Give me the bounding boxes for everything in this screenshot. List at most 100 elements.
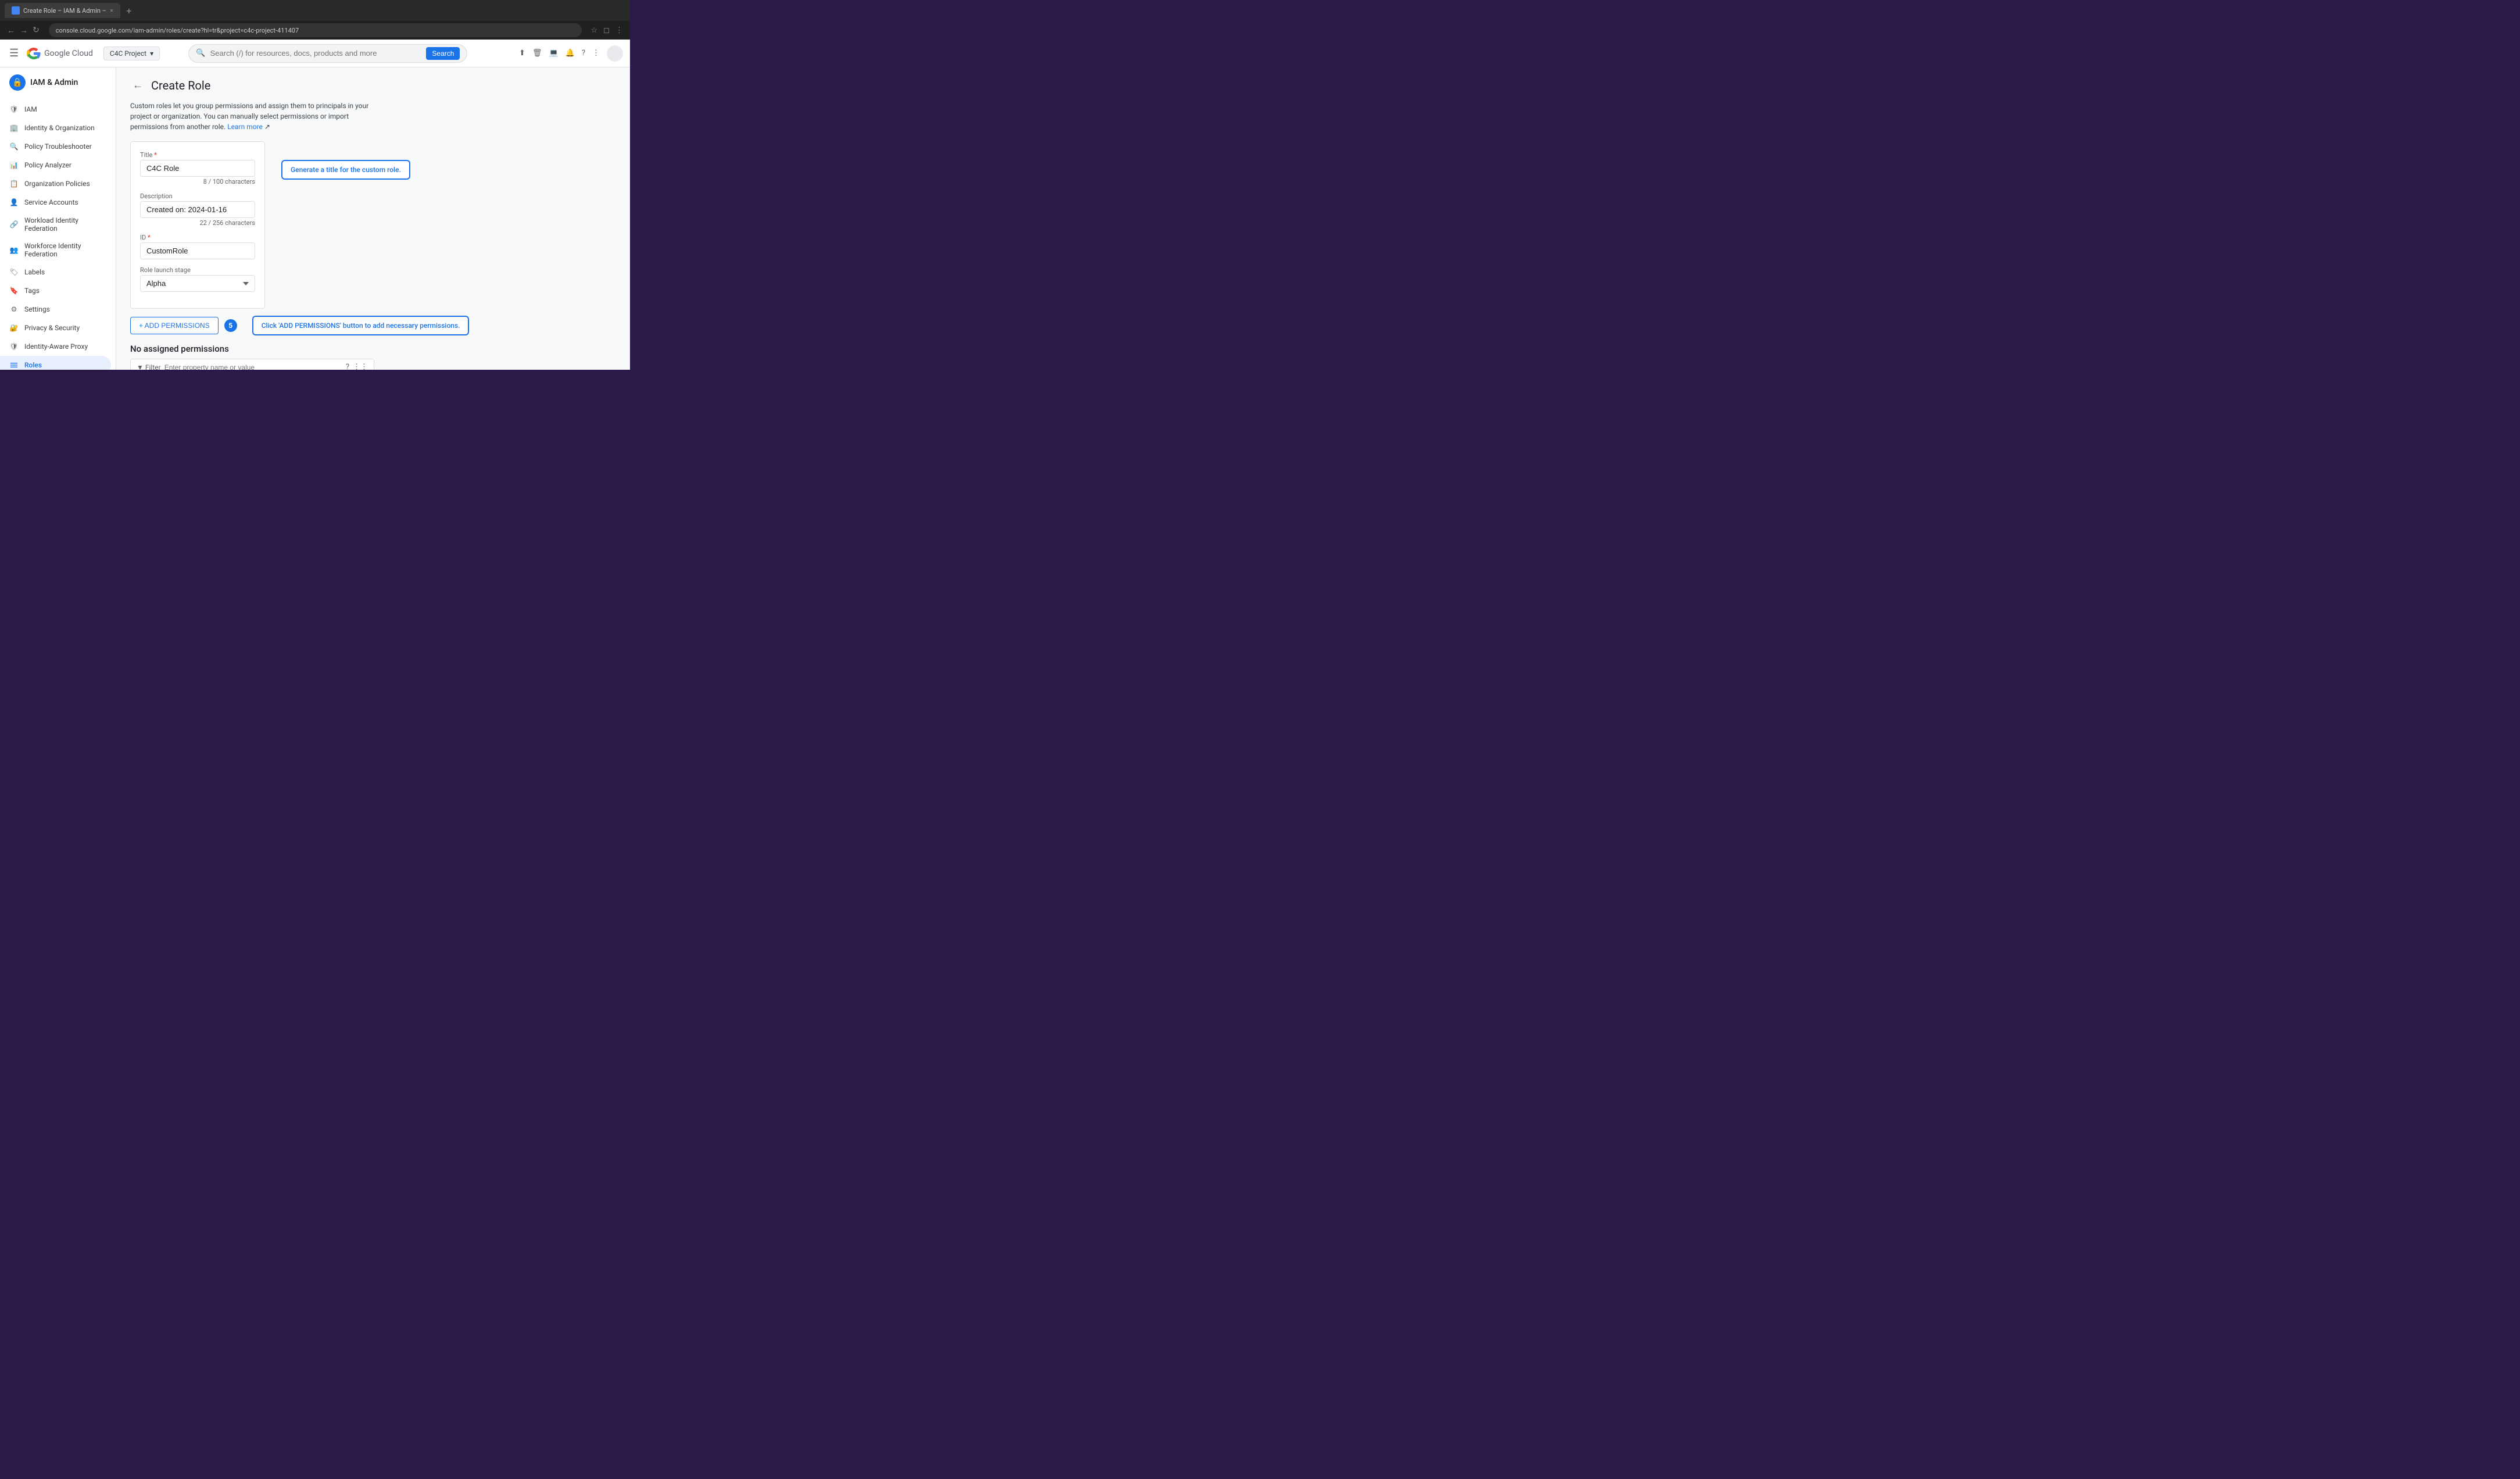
sidebar-item-policy-analyzer-label: Policy Analyzer: [24, 161, 71, 169]
header-actions: ⬆ 🗑 💻 🔔 ? ⋮: [519, 45, 623, 62]
sidebar-item-workload-identity-label: Workload Identity Federation: [24, 216, 102, 233]
url-text: console.cloud.google.com/iam-admin/roles…: [56, 27, 299, 34]
permissions-section: No assigned permissions ▼ Filter ? ⋮⋮ Pe…: [130, 344, 374, 370]
bookmark-icon[interactable]: ☆: [591, 26, 598, 35]
help-icon-perms[interactable]: ?: [346, 363, 349, 370]
hamburger-menu[interactable]: ☰: [7, 45, 21, 62]
permissions-table-container: ▼ Filter ? ⋮⋮ Permission ↑ Status: [130, 359, 374, 370]
sidebar-item-identity-aware-proxy-label: Identity-Aware Proxy: [24, 342, 88, 351]
back-button[interactable]: ←: [130, 77, 145, 94]
browser-chrome: Create Role – IAM & Admin – × +: [0, 0, 630, 21]
launch-stage-field: Role launch stage Alpha Beta General Ava…: [140, 266, 255, 292]
create-role-form: Title * 8 / 100 characters Description 2…: [130, 141, 265, 309]
tab-favicon: [12, 6, 20, 15]
avatar[interactable]: [607, 45, 623, 62]
sidebar-item-identity-aware-proxy[interactable]: 🛡 Identity-Aware Proxy: [0, 337, 111, 356]
sidebar-item-iam-label: IAM: [24, 105, 37, 113]
sidebar-nav: 🛡 IAM 🏢 Identity & Organization 🔍 Policy…: [0, 98, 116, 370]
content-area: 🔒 IAM & Admin 🛡 IAM 🏢 Identity & Organiz…: [0, 67, 630, 370]
id-field: ID *: [140, 234, 255, 259]
dots-menu-icon[interactable]: ⋮: [592, 49, 600, 58]
sidebar-item-policy-analyzer[interactable]: 📊 Policy Analyzer: [0, 156, 111, 174]
nav-back-btn[interactable]: ←: [7, 26, 15, 35]
google-cloud-text: Google Cloud: [44, 49, 93, 58]
sidebar-item-workforce-identity[interactable]: 👥 Workforce Identity Federation: [0, 237, 111, 263]
description-field: Description 22 / 256 characters: [140, 192, 255, 227]
filter-icon: ▼ Filter: [137, 363, 161, 370]
search-bar: 🔍 Search: [188, 44, 467, 63]
identity-aware-proxy-icon: 🛡: [9, 342, 19, 351]
workforce-identity-icon: 👥: [9, 245, 19, 255]
page-title: Create Role: [151, 78, 210, 92]
id-input[interactable]: [140, 242, 255, 259]
launch-stage-select[interactable]: Alpha Beta General Availability Disabled: [140, 275, 255, 292]
tags-icon: 🔖: [9, 286, 19, 295]
sidebar-title: IAM & Admin: [30, 78, 78, 87]
sidebar-item-service-accounts[interactable]: 👤 Service Accounts: [0, 193, 111, 212]
search-bar-container: 🔍 Search: [188, 44, 467, 63]
display-icon[interactable]: 💻: [549, 49, 558, 58]
sidebar-item-iam[interactable]: 🛡 IAM: [0, 100, 111, 119]
delete-icon[interactable]: 🗑: [532, 49, 542, 58]
project-selector[interactable]: C4C Project ▾: [103, 47, 160, 60]
url-bar[interactable]: console.cloud.google.com/iam-admin/roles…: [49, 23, 582, 37]
google-cloud-logo: Google Cloud: [27, 47, 93, 60]
sidebar-item-privacy-security[interactable]: 🔐 Privacy & Security: [0, 319, 111, 337]
profile-icon[interactable]: ◻: [603, 26, 610, 35]
roles-icon: [9, 360, 19, 370]
id-label: ID *: [140, 234, 255, 241]
sidebar-item-identity-org[interactable]: 🏢 Identity & Organization: [0, 119, 111, 137]
columns-icon[interactable]: ⋮⋮: [353, 363, 368, 370]
identity-org-icon: 🏢: [9, 123, 19, 133]
permissions-section-title: No assigned permissions: [130, 344, 374, 354]
nav-forward-btn[interactable]: →: [20, 26, 28, 35]
bell-icon[interactable]: 🔔: [565, 49, 575, 58]
sidebar-item-roles-label: Roles: [24, 361, 42, 369]
search-icon: 🔍: [196, 49, 205, 58]
policy-troubleshooter-icon: 🔍: [9, 142, 19, 151]
sidebar-item-roles[interactable]: Roles: [0, 356, 111, 370]
sidebar: 🔒 IAM & Admin 🛡 IAM 🏢 Identity & Organiz…: [0, 67, 116, 370]
top-header: ☰ Google Cloud C4C Project ▾ 🔍 Search ⬆ …: [0, 40, 630, 67]
project-dropdown-icon: ▾: [150, 49, 153, 58]
title-input[interactable]: [140, 160, 255, 177]
sidebar-item-identity-org-label: Identity & Organization: [24, 124, 95, 132]
sidebar-item-settings-label: Settings: [24, 305, 50, 313]
search-input[interactable]: [210, 49, 422, 58]
tab-close-btn[interactable]: ×: [110, 6, 113, 15]
title-label: Title *: [140, 151, 255, 159]
sidebar-item-tags[interactable]: 🔖 Tags: [0, 281, 111, 300]
perms-callout: Click 'ADD PERMISSIONS' button to add ne…: [252, 316, 470, 335]
search-button[interactable]: Search: [426, 47, 460, 60]
sidebar-item-org-policies[interactable]: 📋 Organization Policies: [0, 174, 111, 193]
new-tab-btn[interactable]: +: [126, 5, 131, 16]
privacy-security-icon: 🔐: [9, 323, 19, 333]
labels-icon: 🏷: [9, 267, 19, 277]
learn-more-link[interactable]: Learn more: [227, 123, 263, 131]
nav-refresh-btn[interactable]: ↻: [33, 26, 40, 35]
address-actions: ☆ ◻ ⋮: [591, 26, 623, 35]
main-content: ← Create Role Custom roles let you group…: [116, 67, 630, 370]
google-cloud-icon: [27, 47, 41, 60]
form-callout-row: Title * 8 / 100 characters Description 2…: [130, 141, 616, 316]
help-icon[interactable]: ?: [582, 49, 585, 58]
add-permissions-button[interactable]: + ADD PERMISSIONS: [130, 317, 219, 334]
upload-icon[interactable]: ⬆: [519, 49, 525, 58]
browser-tab[interactable]: Create Role – IAM & Admin – ×: [5, 3, 120, 18]
menu-icon[interactable]: ⋮: [615, 26, 623, 35]
description-label: Description: [140, 192, 255, 200]
permissions-filter-input[interactable]: [164, 363, 342, 370]
sidebar-item-tags-label: Tags: [24, 287, 40, 295]
page-header: ← Create Role: [130, 77, 616, 94]
tab-title: Create Role – IAM & Admin –: [23, 7, 106, 15]
sidebar-item-labels[interactable]: 🏷 Labels: [0, 263, 111, 281]
sidebar-item-settings[interactable]: ⚙ Settings: [0, 300, 111, 319]
sidebar-item-service-accounts-label: Service Accounts: [24, 198, 78, 206]
description-input[interactable]: [140, 201, 255, 218]
sidebar-item-workload-identity[interactable]: 🔗 Workload Identity Federation: [0, 212, 111, 237]
workload-identity-icon: 🔗: [9, 220, 19, 229]
service-accounts-icon: 👤: [9, 198, 19, 207]
sidebar-item-policy-troubleshooter[interactable]: 🔍 Policy Troubleshooter: [0, 137, 111, 156]
sidebar-item-org-policies-label: Organization Policies: [24, 180, 90, 188]
title-char-count: 8 / 100 characters: [140, 178, 255, 185]
